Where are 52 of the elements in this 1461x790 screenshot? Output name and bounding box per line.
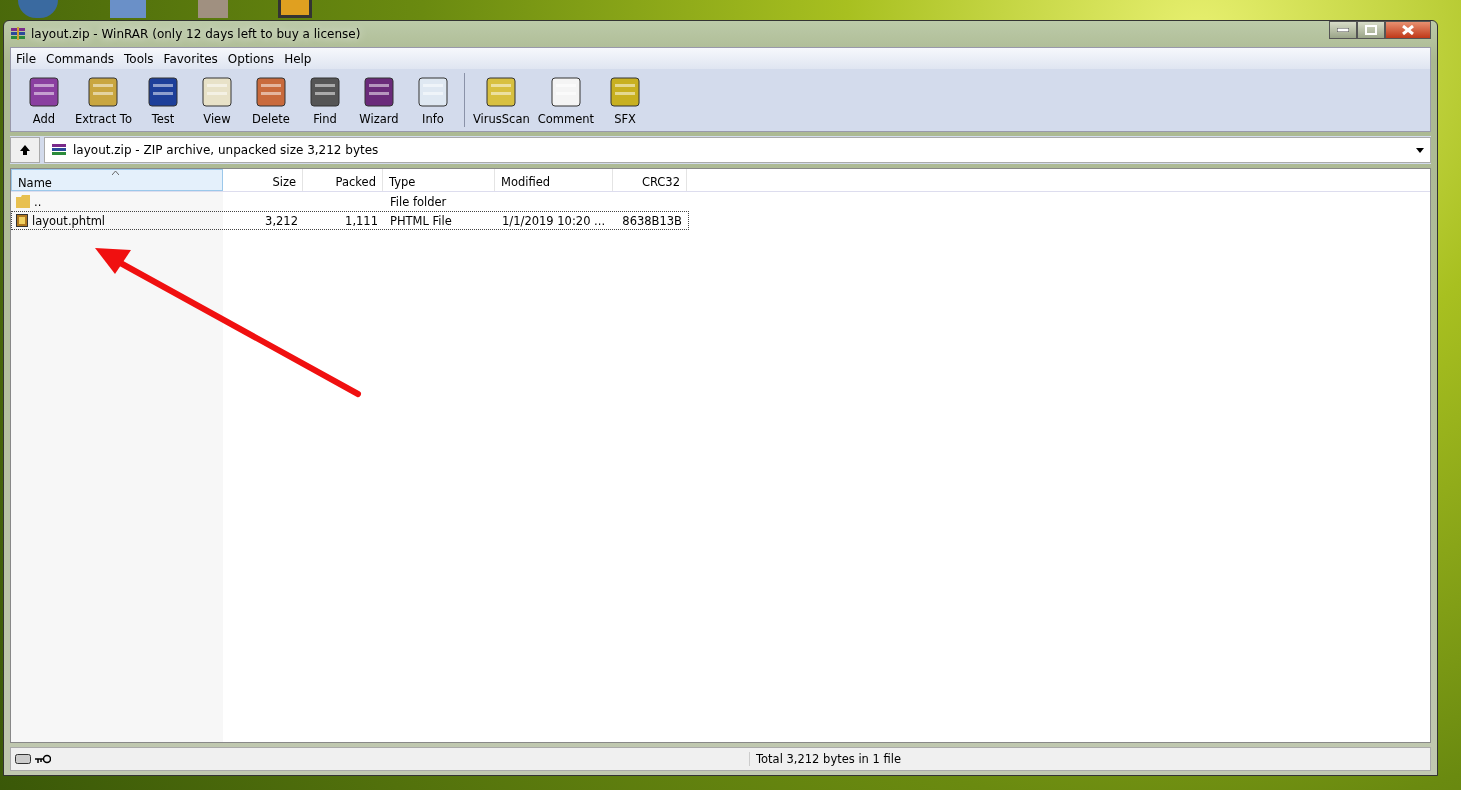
file-row[interactable]: layout.phtml 3,212 1,111 PHTML File 1/1/2019 10:20 ... 8638B13B <box>11 211 689 230</box>
address-field[interactable]: layout.zip - ZIP archive, unpacked size 3,212 bytes <box>44 137 1431 163</box>
window-title: layout.zip - WinRAR (only 12 days left to buy a license) <box>31 27 361 41</box>
menu-item[interactable]: Commands <box>41 51 120 66</box>
table-cell-text: 1/1/2019 10:20 ... <box>501 213 607 228</box>
menu-item[interactable]: Tools <box>119 51 159 66</box>
up-arrow-icon <box>18 143 32 157</box>
menu-item[interactable]: Help <box>279 51 317 66</box>
toolbar-button[interactable]: Extract To <box>71 74 136 126</box>
books-icon <box>10 26 26 42</box>
column-header[interactable]: Size <box>223 169 303 191</box>
close-icon <box>1402 25 1414 35</box>
column-header[interactable]: Modified <box>495 169 613 191</box>
column-header[interactable]: Type <box>383 169 495 191</box>
maximize-button[interactable] <box>1357 21 1385 39</box>
minimize-button[interactable] <box>1329 21 1357 39</box>
toolbar-button[interactable]: Wizard <box>351 74 406 126</box>
file-row[interactable]: .. File folder <box>11 192 689 211</box>
toolbar-button[interactable]: View <box>189 74 244 126</box>
table-cell: .. <box>12 194 224 209</box>
maximize-icon <box>1365 25 1377 35</box>
close-button[interactable] <box>1385 21 1431 39</box>
minimize-icon <box>1337 28 1349 32</box>
table-cell-text: 8638B13B <box>621 213 683 228</box>
books-icon <box>51 142 67 158</box>
table-cell-text: File folder <box>389 194 448 209</box>
table-cell: layout.phtml <box>12 213 224 228</box>
dropdown-arrow-icon <box>1416 147 1424 153</box>
toolbar-button[interactable]: Add <box>17 74 71 126</box>
toolbar-button[interactable]: Info <box>405 74 460 126</box>
table-cell-text: 3,212 <box>264 213 299 228</box>
column-header[interactable]: Packed <box>303 169 383 191</box>
toolbar-button[interactable]: Delete <box>243 74 298 126</box>
file-icon <box>16 214 28 227</box>
table-cell-text: 1,111 <box>344 213 379 228</box>
up-folder-button[interactable] <box>10 137 40 163</box>
column-header[interactable]: CRC32 <box>613 169 687 191</box>
toolbar-button[interactable]: Find <box>297 74 352 126</box>
toolbar-button[interactable]: Test <box>135 74 190 126</box>
key-icon <box>35 754 51 764</box>
toolbar-button[interactable]: Comment <box>533 74 599 126</box>
menu-item[interactable]: Favorites <box>158 51 223 66</box>
toolbar-button[interactable]: SFX <box>598 74 653 126</box>
column-header[interactable]: Name <box>11 169 223 191</box>
table-cell-text: PHTML File <box>389 213 453 228</box>
menu-item[interactable]: Options <box>222 51 280 66</box>
drive-icon <box>15 754 31 764</box>
menu-item[interactable]: File <box>11 51 42 66</box>
desktop-icon[interactable] <box>278 0 312 18</box>
folder-icon <box>16 195 30 208</box>
toolbar-button[interactable]: VirusScan <box>468 74 534 126</box>
status-text: Total 3,212 bytes in 1 file <box>749 752 902 766</box>
